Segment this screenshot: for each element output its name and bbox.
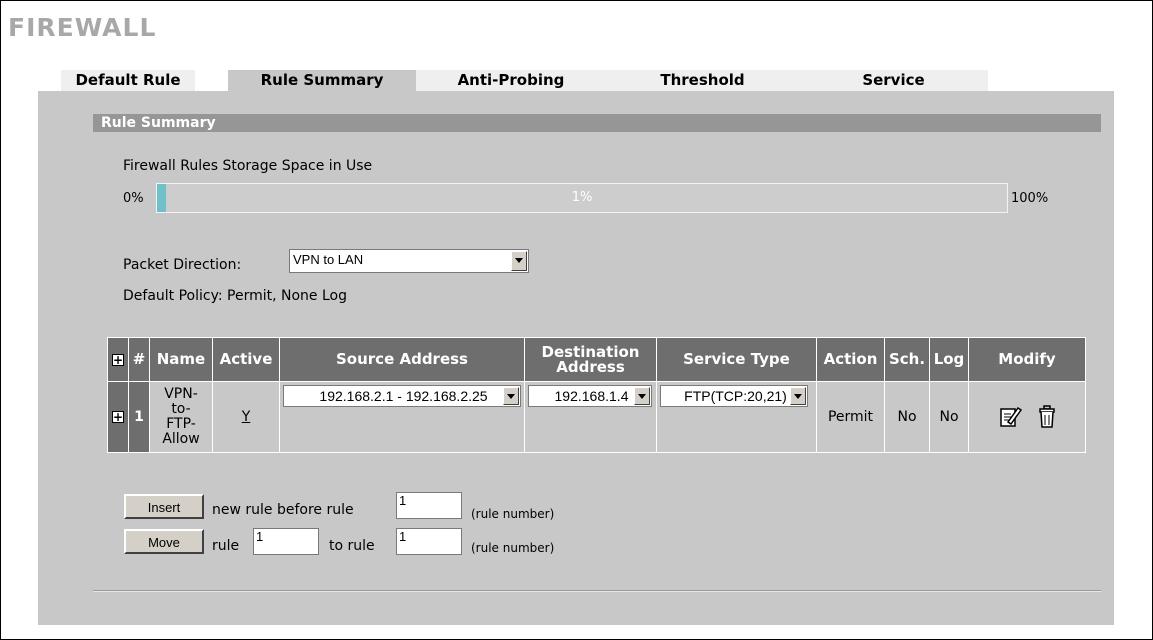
source-address-cell: 192.168.2.1 - 192.168.2.25	[279, 381, 525, 453]
header-log: Log	[929, 337, 969, 382]
rule-action: Permit	[816, 381, 885, 453]
rule-active-cell: Y	[212, 381, 280, 453]
header-number: #	[128, 337, 150, 382]
rule-number: 1	[128, 381, 150, 453]
move-to-text: to rule	[329, 538, 375, 554]
rule-name-text: VPN-to- FTP- Allow	[162, 386, 200, 447]
destination-address-select[interactable]: 192.168.1.4	[528, 385, 652, 407]
move-from-input[interactable]: 1	[253, 528, 319, 555]
default-policy-text: Default Policy: Permit, None Log	[123, 288, 347, 304]
header-name: Name	[149, 337, 213, 382]
packet-direction-label: Packet Direction:	[123, 257, 242, 273]
tab-default-rule[interactable]: Default Rule	[61, 69, 195, 92]
rule-name: VPN-to- FTP- Allow	[149, 381, 213, 453]
move-rule-text: rule	[212, 538, 240, 554]
expand-icon[interactable]: +	[112, 411, 124, 423]
page-title: FIREWALL	[8, 13, 157, 42]
modify-cell	[968, 381, 1086, 453]
packet-direction-select[interactable]: VPN to LAN	[289, 249, 529, 273]
header-schedule: Sch.	[884, 337, 930, 382]
rules-table: + # Name Active Source Address Destinati…	[107, 337, 1086, 453]
insert-text: new rule before rule	[212, 502, 354, 518]
source-address-value: 192.168.2.1 - 192.168.2.25	[319, 388, 488, 404]
insert-button[interactable]: Insert	[124, 494, 204, 519]
header-expand[interactable]: +	[107, 337, 129, 382]
storage-progress-value: 1%	[571, 190, 593, 205]
header-modify: Modify	[968, 337, 1086, 382]
source-address-select[interactable]: 192.168.2.1 - 192.168.2.25	[283, 385, 521, 407]
insert-rule-input[interactable]: 1	[396, 492, 462, 519]
move-button[interactable]: Move	[124, 529, 204, 554]
divider	[93, 590, 1101, 592]
tab-service[interactable]: Service	[799, 69, 988, 92]
chevron-down-icon[interactable]	[790, 387, 806, 405]
destination-address-cell: 192.168.1.4	[524, 381, 657, 453]
trash-icon[interactable]	[1038, 405, 1056, 429]
chevron-down-icon[interactable]	[511, 251, 527, 271]
tab-anti-probing[interactable]: Anti-Probing	[416, 69, 606, 92]
move-rule-hint: (rule number)	[471, 541, 555, 555]
tab-threshold[interactable]: Threshold	[606, 69, 799, 92]
rule-schedule: No	[884, 381, 930, 453]
storage-label: Firewall Rules Storage Space in Use	[123, 158, 373, 174]
header-active: Active	[212, 337, 280, 382]
rule-active[interactable]: Y	[242, 409, 251, 425]
tab-rule-summary[interactable]: Rule Summary	[228, 69, 416, 92]
service-type-value: FTP(TCP:20,21)	[684, 388, 787, 404]
chevron-down-icon[interactable]	[634, 387, 650, 405]
destination-address-value: 192.168.1.4	[554, 388, 629, 404]
expand-icon[interactable]: +	[112, 353, 124, 366]
storage-max-label: 100%	[1011, 191, 1049, 206]
section-title: Rule Summary	[93, 114, 1101, 132]
row-expand-cell[interactable]: +	[107, 381, 129, 453]
service-type-select[interactable]: FTP(TCP:20,21)	[660, 385, 808, 407]
chevron-down-icon[interactable]	[503, 387, 519, 405]
packet-direction-value: VPN to LAN	[293, 252, 364, 267]
header-destination-address: Destination Address	[524, 337, 657, 382]
service-type-cell: FTP(TCP:20,21)	[656, 381, 817, 453]
table-row: + 1 VPN-to- FTP- Allow Y 192.168.2.1 - 192…	[107, 381, 1086, 453]
table-header-row: + # Name Active Source Address Destinati…	[107, 337, 1086, 382]
edit-icon[interactable]	[998, 405, 1022, 429]
move-to-input[interactable]: 1	[396, 528, 462, 555]
header-action: Action	[816, 337, 885, 382]
header-service-type: Service Type	[656, 337, 817, 382]
insert-rule-hint: (rule number)	[471, 507, 555, 521]
header-source-address: Source Address	[279, 337, 525, 382]
storage-progress-bar: 1%	[156, 183, 1008, 213]
rule-log: No	[929, 381, 969, 453]
storage-min-label: 0%	[123, 191, 144, 206]
